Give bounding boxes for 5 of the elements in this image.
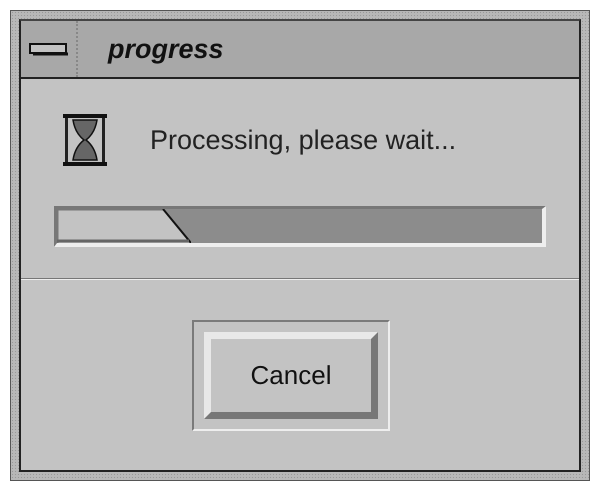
window-menu-icon[interactable]: [28, 42, 68, 56]
cancel-button[interactable]: Cancel: [204, 332, 378, 418]
window-title: progress: [108, 34, 224, 64]
status-message: Processing, please wait...: [150, 124, 456, 156]
hourglass-icon: [62, 113, 108, 167]
